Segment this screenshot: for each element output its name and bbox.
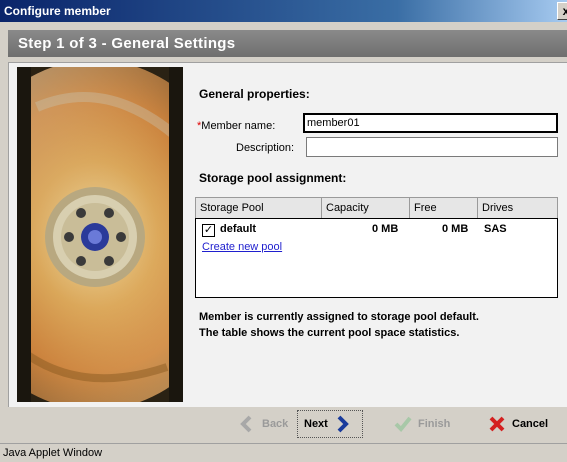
column-header-free[interactable]: Free bbox=[410, 198, 478, 218]
cell-drives: SAS bbox=[484, 223, 507, 235]
note-line-2: The table shows the current pool space s… bbox=[199, 327, 460, 339]
step-title: Step 1 of 3 - General Settings bbox=[18, 35, 236, 52]
cancel-label: Cancel bbox=[512, 418, 549, 430]
table-body: ✓ default 0 MB 0 MB SAS Create new pool bbox=[195, 218, 558, 298]
cell-free: 0 MB bbox=[442, 223, 469, 235]
column-header-capacity[interactable]: Capacity bbox=[322, 198, 410, 218]
chevron-left-icon bbox=[240, 415, 252, 433]
step-header: Step 1 of 3 - General Settings bbox=[8, 30, 567, 57]
step-panel: Step 1 of 3 - General Settings bbox=[0, 22, 567, 62]
back-button[interactable]: Back bbox=[238, 410, 288, 438]
finish-label: Finish bbox=[418, 418, 451, 430]
member-name-field[interactable] bbox=[303, 113, 558, 133]
note-line-1: Member is currently assigned to storage … bbox=[199, 311, 479, 323]
close-button[interactable]: x bbox=[557, 2, 567, 20]
disk-platter-graphic bbox=[17, 67, 183, 402]
member-name-label: *Member name: bbox=[197, 120, 275, 132]
column-header-storage-pool[interactable]: Storage Pool bbox=[196, 198, 322, 218]
description-label: Description: bbox=[236, 142, 295, 154]
column-header-drives[interactable]: Drives bbox=[478, 198, 557, 218]
content-panel: General properties: *Member name: Descri… bbox=[8, 62, 567, 409]
window-titlebar: Configure member x bbox=[0, 0, 567, 22]
back-label: Back bbox=[262, 418, 289, 430]
status-text: Java Applet Window bbox=[3, 447, 103, 459]
window-title: Configure member bbox=[4, 4, 111, 18]
button-bar: Back Next Finish Cancel bbox=[0, 407, 567, 443]
cancel-button[interactable]: Cancel bbox=[488, 410, 548, 438]
description-field[interactable] bbox=[306, 137, 558, 157]
status-bar: Java Applet Window bbox=[0, 443, 567, 462]
member-name-label-text: Member name: bbox=[201, 120, 276, 132]
x-icon bbox=[489, 416, 505, 432]
disk-drive-image bbox=[17, 67, 183, 402]
chevron-right-icon bbox=[337, 415, 349, 433]
storage-pool-table: Storage Pool Capacity Free Drives ✓ defa… bbox=[195, 197, 558, 298]
pool-checkbox[interactable]: ✓ bbox=[202, 224, 215, 237]
cell-capacity: 0 MB bbox=[372, 223, 399, 235]
storage-pool-heading: Storage pool assignment: bbox=[199, 171, 347, 185]
cell-pool-name: default bbox=[220, 223, 257, 235]
pool-assignment-note: Member is currently assigned to storage … bbox=[199, 309, 549, 341]
checkmark-icon bbox=[394, 416, 412, 432]
table-header: Storage Pool Capacity Free Drives bbox=[195, 197, 558, 219]
finish-button[interactable]: Finish bbox=[394, 410, 450, 438]
next-button[interactable]: Next bbox=[297, 410, 363, 438]
create-new-pool-link[interactable]: Create new pool bbox=[202, 241, 282, 253]
general-properties-heading: General properties: bbox=[199, 87, 310, 101]
next-label: Next bbox=[304, 418, 328, 430]
